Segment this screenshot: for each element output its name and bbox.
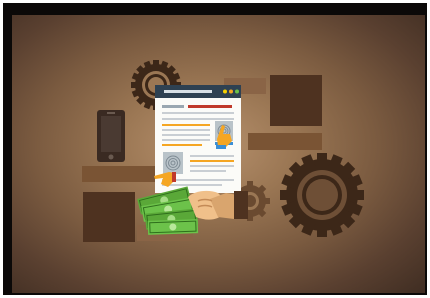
phone-icon	[97, 110, 125, 162]
fingerprint-icon	[163, 152, 183, 174]
block-bottom-left	[83, 192, 135, 242]
cash-icon	[137, 186, 199, 235]
handshake-icon	[188, 190, 248, 220]
illustration	[12, 15, 425, 293]
image-frame	[3, 3, 427, 295]
block-mid-right	[248, 133, 322, 150]
illustration-svg	[82, 60, 364, 242]
gear-icon	[280, 153, 364, 237]
block-top-right	[270, 75, 322, 126]
block-mid-left	[82, 166, 156, 182]
